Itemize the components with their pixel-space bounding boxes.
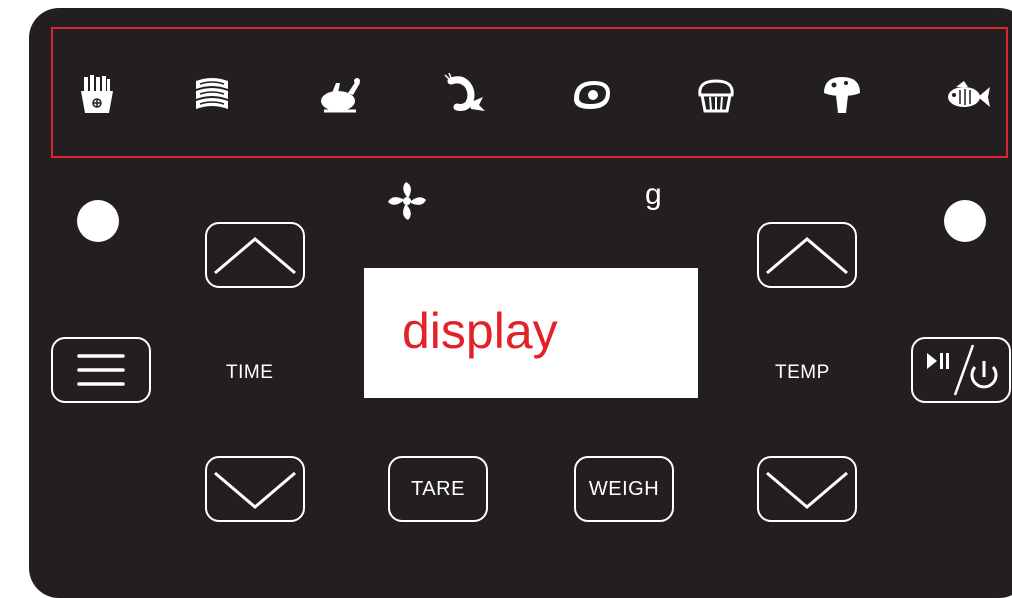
fish-preset-button[interactable] (946, 73, 990, 117)
chevron-down-icon (766, 471, 848, 509)
steak-preset-button[interactable] (570, 73, 614, 117)
steak-icon (574, 81, 610, 109)
time-down-button[interactable] (205, 456, 305, 522)
right-indicator-led (944, 200, 986, 242)
mushroom-icon (824, 77, 860, 113)
temp-label: TEMP (775, 362, 830, 383)
chevron-down-icon (214, 471, 296, 509)
tare-button[interactable]: TARE (388, 456, 488, 522)
weigh-button[interactable]: WEIGH (574, 456, 674, 522)
play-pause-power-icon (927, 344, 998, 396)
tare-button-label: TARE (411, 477, 465, 500)
weight-unit-indicator: g (645, 178, 662, 211)
time-up-button[interactable] (205, 222, 305, 288)
weigh-button-label: WEIGH (588, 477, 660, 500)
chevron-up-icon (214, 237, 296, 275)
bacon-icon (196, 78, 228, 109)
chevron-up-icon (766, 237, 848, 275)
start-pause-power-button[interactable] (911, 337, 1011, 403)
fries-icon (81, 75, 113, 113)
lcd-display: display (364, 268, 698, 398)
time-label: TIME (226, 362, 274, 383)
cupcake-icon (698, 79, 734, 113)
shrimp-icon (444, 73, 485, 111)
fan-icon (388, 182, 426, 220)
chicken-preset-button[interactable] (318, 73, 362, 117)
bacon-preset-button[interactable] (190, 73, 234, 117)
fries-preset-button[interactable] (75, 73, 119, 117)
display-text: display (402, 303, 558, 359)
shrimp-preset-button[interactable] (443, 73, 487, 117)
menu-icon (77, 354, 125, 386)
menu-button[interactable] (51, 337, 151, 403)
left-indicator-led (77, 200, 119, 242)
temp-up-button[interactable] (757, 222, 857, 288)
fish-icon (948, 81, 990, 107)
temp-down-button[interactable] (757, 456, 857, 522)
cake-preset-button[interactable] (694, 73, 738, 117)
roast-chicken-icon (321, 78, 360, 113)
mushroom-preset-button[interactable] (820, 73, 864, 117)
